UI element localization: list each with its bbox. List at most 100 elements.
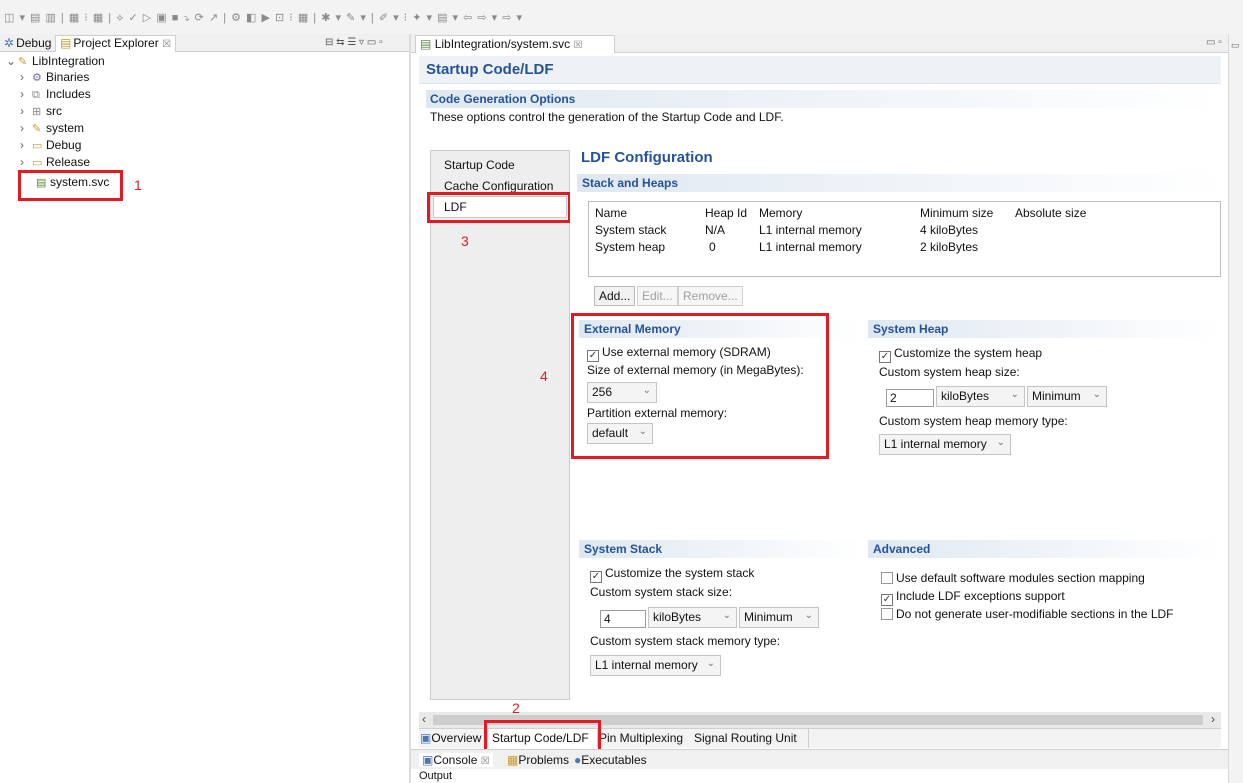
tree-item-system[interactable]: › ✎ system xyxy=(20,121,84,137)
page-title: Startup Code/LDF xyxy=(426,61,554,78)
chevron-right-icon[interactable]: › xyxy=(20,138,32,153)
checkbox-checked-icon[interactable]: ✓ xyxy=(881,594,893,606)
chevron-down-icon: ⌄ xyxy=(804,610,813,621)
toolbar-icons[interactable]: ◫ ▾ ▤ ▥ | ▦ ⁝ ▦ | ⟡ ✓ ▷ ▣ ■ ⤵ ⟳ ↗ | ⚙ ◧ … xyxy=(4,11,523,25)
close-icon[interactable]: ☒ xyxy=(481,756,490,767)
heap-size-label: Custom system heap size: xyxy=(879,365,1020,379)
close-icon[interactable]: ☒ xyxy=(162,39,171,50)
console-icon: ▣ xyxy=(422,753,434,767)
includes-icon: ⧉ xyxy=(32,89,40,101)
tab-overview[interactable]: ▣Overview xyxy=(420,731,481,745)
close-icon[interactable]: ☒ xyxy=(573,40,582,51)
annotation-box-4 xyxy=(571,313,829,459)
heap-memory-type-select[interactable]: L1 internal memory ⌄ xyxy=(879,434,1011,455)
stack-unit-select[interactable]: kiloBytes ⌄ xyxy=(648,607,737,628)
tab-project-explorer[interactable]: ▤ Project Explorer ☒ xyxy=(55,35,177,52)
customize-stack-checkbox[interactable]: ✓ Customize the system stack xyxy=(590,566,754,583)
heap-mode-select[interactable]: Minimum ⌄ xyxy=(1027,386,1107,407)
tab-problems[interactable]: ▦Problems xyxy=(507,753,569,767)
tab-system-svc[interactable]: ▤ LibIntegration/system.svc ☒ xyxy=(415,35,615,53)
stack-heaps-table[interactable]: Name Heap Id Memory Minimum size Absolut… xyxy=(588,201,1221,277)
annotation-number-4: 4 xyxy=(540,368,548,384)
annotation-box-3 xyxy=(427,192,571,223)
system-stack-header: System Stack xyxy=(579,540,862,558)
view-toolbar-icons[interactable]: ⊟ ⇆ ☰ ▿ ▭ ▫ xyxy=(325,37,383,48)
scroll-right-icon[interactable]: › xyxy=(1211,712,1215,726)
folder-icon: ✎ xyxy=(32,123,42,135)
tree-root[interactable]: ⌄ ✎ LibIntegration xyxy=(6,54,105,70)
ldf-exceptions-checkbox[interactable]: ✓ Include LDF exceptions support xyxy=(881,589,1065,606)
tab-pin-multiplexing[interactable]: Pin Multiplexing xyxy=(599,731,683,745)
nav-cache-configuration[interactable]: Cache Configuration xyxy=(444,179,553,193)
tab-debug[interactable]: ✲ Debug xyxy=(4,36,51,50)
tree-item-debug[interactable]: › ▭ Debug xyxy=(20,138,81,154)
chevron-right-icon[interactable]: › xyxy=(20,121,32,136)
problems-icon: ▦ xyxy=(507,753,519,767)
stack-memory-type-select[interactable]: L1 internal memory ⌄ xyxy=(590,655,721,676)
customize-heap-checkbox[interactable]: ✓ Customize the system heap xyxy=(879,346,1042,363)
heap-unit-select[interactable]: kiloBytes ⌄ xyxy=(936,386,1025,407)
project-icon: ✎ xyxy=(18,56,28,68)
folder-icon: ▭ xyxy=(32,140,43,152)
table-cell[interactable]: System heap xyxy=(595,240,665,254)
debug-icon: ✲ xyxy=(4,36,15,50)
stack-mode-select[interactable]: Minimum ⌄ xyxy=(739,607,819,628)
chevron-down-icon: ⌄ xyxy=(994,437,1005,448)
tree-item-src[interactable]: › ⊞ src xyxy=(20,104,62,120)
stack-heaps-header: Stack and Heaps xyxy=(577,174,1221,192)
chevron-right-icon[interactable]: › xyxy=(20,155,32,170)
scroll-left-icon[interactable]: ‹ xyxy=(422,712,426,726)
svc-file-icon: ▤ xyxy=(420,37,432,51)
console-output-area: Output xyxy=(411,769,1243,783)
output-label: Output xyxy=(419,770,453,782)
column-header: Absolute size xyxy=(1015,206,1087,220)
edit-button[interactable]: Edit... xyxy=(637,286,678,306)
binaries-icon: ⚙ xyxy=(32,72,42,84)
no-user-sections-checkbox[interactable]: Do not generate user-modifiable sections… xyxy=(881,607,1173,621)
table-cell: N/A xyxy=(705,223,726,237)
remove-button[interactable]: Remove... xyxy=(678,286,743,306)
tree-item-includes[interactable]: › ⧉ Includes xyxy=(20,87,91,103)
tree-item-release[interactable]: › ▭ Release xyxy=(20,155,90,171)
nav-startup-code[interactable]: Startup Code xyxy=(444,158,515,172)
source-folder-icon: ⊞ xyxy=(32,106,42,118)
tab-signal-routing-unit[interactable]: Signal Routing Unit xyxy=(694,731,797,745)
table-cell: 4 kiloBytes xyxy=(920,223,979,237)
code-generation-description: These options control the generation of … xyxy=(430,110,784,124)
checkbox-unchecked-icon[interactable] xyxy=(881,572,893,584)
chevron-down-icon: ⌄ xyxy=(1010,389,1019,400)
add-button[interactable]: Add... xyxy=(594,286,636,306)
tab-console[interactable]: ▣Console ☒ xyxy=(419,753,493,767)
chevron-right-icon[interactable]: › xyxy=(20,70,32,85)
heap-memory-type-label: Custom system heap memory type: xyxy=(879,414,1068,428)
chevron-right-icon[interactable]: › xyxy=(20,87,32,102)
tab-divider xyxy=(808,729,809,748)
folder-icon: ▭ xyxy=(32,157,43,169)
chevron-down-icon[interactable]: ⌄ xyxy=(6,54,18,69)
annotation-box-1 xyxy=(18,170,123,201)
chevron-right-icon[interactable]: › xyxy=(20,104,32,119)
checkbox-unchecked-icon[interactable] xyxy=(881,608,893,620)
code-generation-options-header: Code Generation Options xyxy=(426,90,1221,108)
table-cell: L1 internal memory xyxy=(759,223,862,237)
column-header: Heap Id xyxy=(705,206,748,220)
advanced-header: Advanced xyxy=(868,540,1221,558)
table-cell[interactable]: System stack xyxy=(595,223,666,237)
stack-size-input[interactable]: 4 xyxy=(600,610,646,628)
restore-view-icon[interactable]: ▭ xyxy=(1231,40,1240,51)
tree-item-binaries[interactable]: › ⚙ Binaries xyxy=(20,70,89,86)
checkbox-checked-icon[interactable]: ✓ xyxy=(590,571,602,583)
main-toolbar: ◫ ▾ ▤ ▥ | ▦ ⁝ ▦ | ⟡ ✓ ▷ ▣ ■ ⤵ ⟳ ↗ | ⚙ ◧ … xyxy=(0,0,1243,34)
minimize-maximize-icons[interactable]: ▭ ▫ xyxy=(1206,37,1222,48)
default-section-mapping-checkbox[interactable]: Use default software modules section map… xyxy=(881,571,1145,585)
stack-memory-type-label: Custom system stack memory type: xyxy=(590,634,781,648)
tab-executables[interactable]: ●Executables xyxy=(574,753,647,767)
checkbox-checked-icon[interactable]: ✓ xyxy=(879,351,891,363)
ldf-configuration-title: LDF Configuration xyxy=(581,149,713,166)
chevron-down-icon: ⌄ xyxy=(1092,389,1101,400)
column-header: Name xyxy=(595,206,628,220)
annotation-number-2: 2 xyxy=(512,700,520,716)
heap-size-input[interactable]: 2 xyxy=(886,389,934,407)
system-heap-header: System Heap xyxy=(868,320,1221,338)
config-nav-panel xyxy=(430,150,570,700)
